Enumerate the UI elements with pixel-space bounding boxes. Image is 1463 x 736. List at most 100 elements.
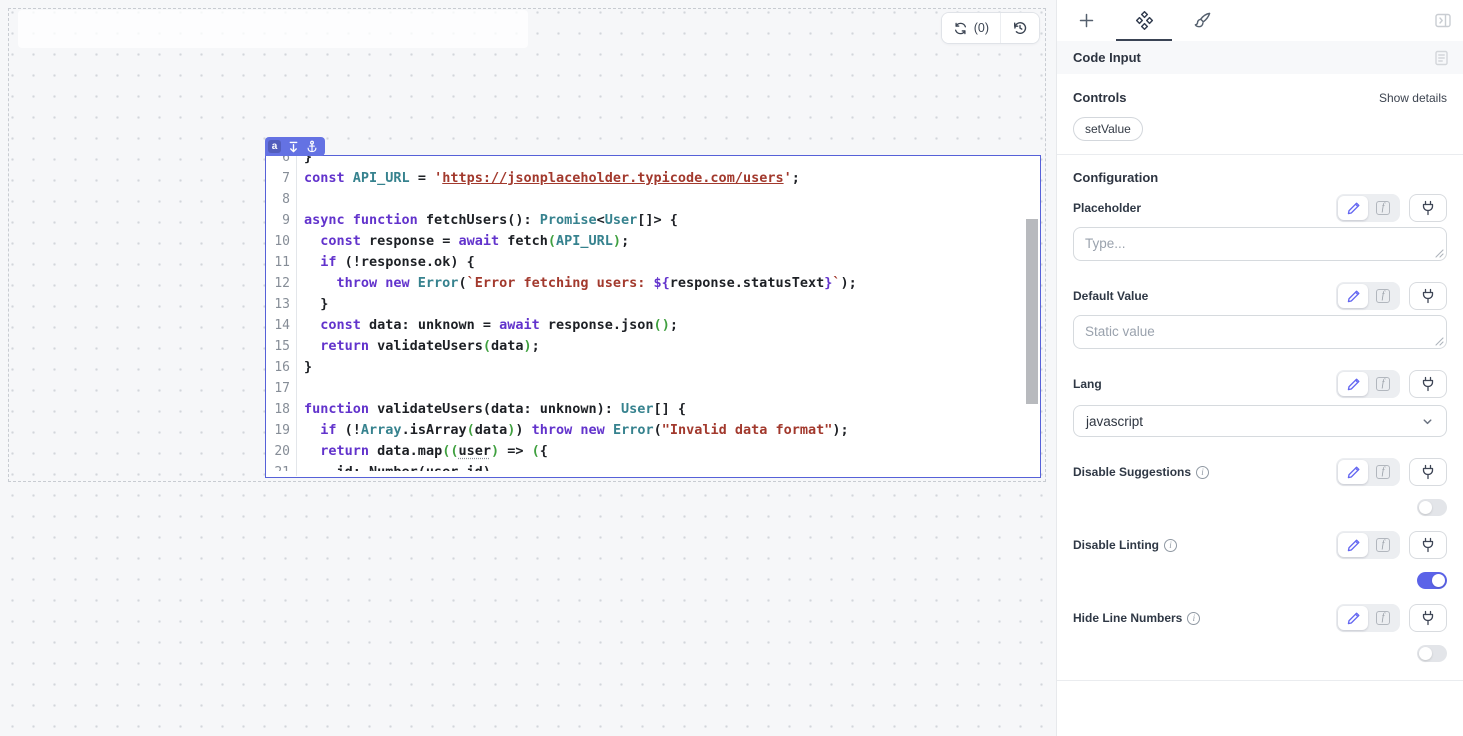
anchor-icon[interactable] <box>306 140 318 153</box>
components-icon <box>1135 11 1154 30</box>
pencil-icon <box>1346 201 1361 216</box>
line-number: 14 <box>266 315 297 336</box>
bind-data-button[interactable] <box>1409 604 1447 632</box>
line-number: 17 <box>266 378 297 399</box>
pencil-icon <box>1346 377 1361 392</box>
code-text: const API_URL = 'https://jsonplaceholder… <box>297 168 800 189</box>
toggle-knob <box>1419 501 1432 514</box>
mode-segmented-control: f <box>1336 604 1400 632</box>
default-value-input[interactable] <box>1073 315 1447 349</box>
bind-data-button[interactable] <box>1409 282 1447 310</box>
editor-scrollbar[interactable] <box>1026 219 1038 404</box>
code-line[interactable]: 21 id: Number(user.id), <box>266 462 1026 471</box>
property-panel: Code Input Controls Show details setValu… <box>1056 0 1463 736</box>
code-text: const data: unknown = await response.jso… <box>297 315 678 336</box>
toggle-knob <box>1419 647 1432 660</box>
code-line[interactable]: 10 const response = await fetch(API_URL)… <box>266 231 1026 252</box>
fx-mode-button[interactable]: f <box>1368 606 1398 630</box>
edit-mode-button[interactable] <box>1338 606 1368 630</box>
edit-mode-button[interactable] <box>1338 460 1368 484</box>
code-text: return validateUsers(data); <box>297 336 540 357</box>
show-details-link[interactable]: Show details <box>1379 91 1447 105</box>
edit-mode-button[interactable] <box>1338 196 1368 220</box>
binding-controls: f <box>1336 458 1447 486</box>
canvas[interactable]: (0) a <box>0 0 1056 736</box>
code-line[interactable]: 15 return validateUsers(data); <box>266 336 1026 357</box>
info-icon[interactable]: i <box>1164 539 1177 552</box>
field-label-placeholder: Placeholder <box>1073 201 1141 215</box>
code-line[interactable]: 8 <box>266 189 1026 210</box>
code-text: const response = await fetch(API_URL); <box>297 231 629 252</box>
code-input-widget[interactable]: a 6}7const API_URL = 'https://jsonplaceh… <box>265 155 1041 478</box>
code-text: if (!response.ok) { <box>297 252 475 273</box>
refresh-icon <box>953 21 968 36</box>
code-line[interactable]: 13 } <box>266 294 1026 315</box>
code-line[interactable]: 9async function fetchUsers(): Promise<Us… <box>266 210 1026 231</box>
bind-data-button[interactable] <box>1409 370 1447 398</box>
hide-line-numbers-toggle[interactable] <box>1417 645 1447 662</box>
fx-mode-button[interactable]: f <box>1368 460 1398 484</box>
code-editor[interactable]: 6}7const API_URL = 'https://jsonplacehol… <box>266 156 1040 477</box>
section-divider <box>1057 154 1463 155</box>
collapse-panel-icon[interactable] <box>1435 13 1451 28</box>
disable-linting-toggle[interactable] <box>1417 572 1447 589</box>
tab-add-component[interactable] <box>1057 0 1115 41</box>
bind-data-button[interactable] <box>1409 531 1447 559</box>
setvalue-method-chip[interactable]: setValue <box>1073 117 1143 141</box>
code-text <box>297 378 304 399</box>
function-icon: f <box>1376 538 1390 552</box>
fx-mode-button[interactable]: f <box>1368 196 1398 220</box>
line-number: 20 <box>266 441 297 462</box>
code-line[interactable]: 14 const data: unknown = await response.… <box>266 315 1026 336</box>
line-number: 16 <box>266 357 297 378</box>
mode-segmented-control: f <box>1336 194 1400 222</box>
placeholder-input[interactable] <box>1073 227 1447 261</box>
docs-icon[interactable] <box>1434 50 1449 66</box>
drop-below-icon[interactable] <box>288 141 299 153</box>
refresh-button[interactable]: (0) <box>942 13 1000 43</box>
function-icon: f <box>1376 377 1390 391</box>
function-icon: f <box>1376 465 1390 479</box>
controls-section-title: Controls <box>1073 90 1126 105</box>
lang-select[interactable]: javascript <box>1073 405 1447 437</box>
bind-data-button[interactable] <box>1409 458 1447 486</box>
canvas-action-bar: (0) <box>941 12 1040 44</box>
code-line[interactable]: 18function validateUsers(data: unknown):… <box>266 399 1026 420</box>
bind-data-button[interactable] <box>1409 194 1447 222</box>
mode-segmented-control: f <box>1336 458 1400 486</box>
fx-mode-button[interactable]: f <box>1368 533 1398 557</box>
info-icon[interactable]: i <box>1196 466 1209 479</box>
code-line[interactable]: 7const API_URL = 'https://jsonplaceholde… <box>266 168 1026 189</box>
chevron-down-icon <box>1421 415 1434 428</box>
code-line[interactable]: 6} <box>266 156 1026 168</box>
edit-mode-button[interactable] <box>1338 372 1368 396</box>
code-line[interactable]: 16} <box>266 357 1026 378</box>
widget-badge[interactable]: a <box>265 137 325 156</box>
line-number: 10 <box>266 231 297 252</box>
code-line[interactable]: 11 if (!response.ok) { <box>266 252 1026 273</box>
tab-theme[interactable] <box>1173 0 1231 41</box>
function-icon: f <box>1376 289 1390 303</box>
field-label-lang: Lang <box>1073 377 1102 391</box>
field-label-disable-suggestions: Disable Suggestionsi <box>1073 465 1209 479</box>
binding-controls: f <box>1336 370 1447 398</box>
code-line[interactable]: 20 return data.map((user) => ({ <box>266 441 1026 462</box>
code-line[interactable]: 12 throw new Error(`Error fetching users… <box>266 273 1026 294</box>
plug-icon <box>1420 288 1436 304</box>
line-number: 15 <box>266 336 297 357</box>
tab-component-properties[interactable] <box>1115 0 1173 41</box>
history-button[interactable] <box>1001 13 1039 43</box>
function-icon: f <box>1376 611 1390 625</box>
plug-icon <box>1420 537 1436 553</box>
edit-mode-button[interactable] <box>1338 284 1368 308</box>
line-number: 9 <box>266 210 297 231</box>
info-icon[interactable]: i <box>1187 612 1200 625</box>
fx-mode-button[interactable]: f <box>1368 284 1398 308</box>
fx-mode-button[interactable]: f <box>1368 372 1398 396</box>
pencil-icon <box>1346 538 1361 553</box>
code-text: id: Number(user.id), <box>297 462 499 471</box>
disable-suggestions-toggle[interactable] <box>1417 499 1447 516</box>
edit-mode-button[interactable] <box>1338 533 1368 557</box>
code-line[interactable]: 19 if (!Array.isArray(data)) throw new E… <box>266 420 1026 441</box>
code-line[interactable]: 17 <box>266 378 1026 399</box>
